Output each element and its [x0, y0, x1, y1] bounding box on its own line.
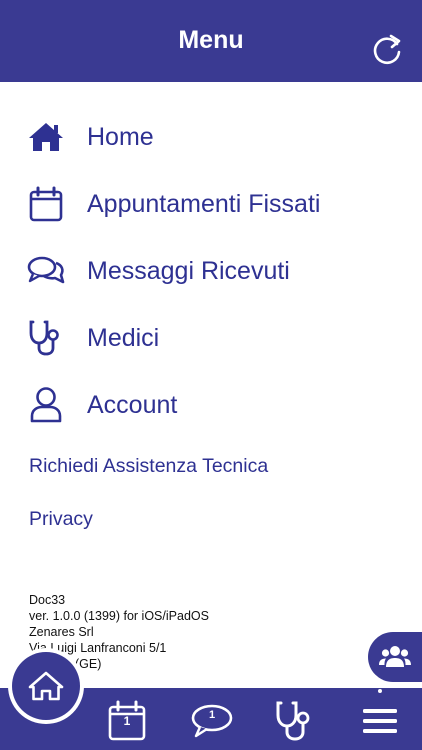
menu-item-label: Medici [87, 323, 160, 352]
messages-badge: 1 [208, 709, 216, 721]
menu-item-messages[interactable]: Messaggi Ricevuti [27, 248, 290, 294]
support-link[interactable]: Richiedi Assistenza Tecnica [29, 455, 268, 478]
menu-item-home[interactable]: Home [27, 114, 154, 160]
home-button[interactable] [12, 652, 80, 720]
menu-item-label: Appuntamenti Fissati [87, 189, 321, 218]
tab-doctors[interactable] [274, 698, 314, 744]
company-name: Zenares Srl [29, 625, 94, 639]
calendar-badge: 1 [123, 714, 131, 728]
stethoscope-icon [27, 319, 65, 357]
tab-menu[interactable] [360, 698, 400, 744]
privacy-link[interactable]: Privacy [29, 508, 93, 531]
stethoscope-icon [276, 701, 310, 741]
menu-item-doctors[interactable]: Medici [27, 315, 159, 361]
menu-item-label: Home [87, 122, 154, 151]
user-icon [27, 386, 65, 424]
chat-bubbles-icon [27, 252, 65, 290]
tab-home[interactable] [8, 648, 84, 724]
app-version: ver. 1.0.0 (1399) for iOS/iPadOS [29, 609, 209, 623]
hamburger-icon [363, 709, 397, 733]
page-title: Menu [178, 25, 244, 54]
menu-item-label: Account [87, 390, 178, 419]
refresh-button[interactable] [370, 32, 404, 66]
menu-item-label: Messaggi Ricevuti [87, 256, 290, 285]
tab-appointments[interactable]: 1 [106, 698, 148, 744]
home-icon [28, 671, 64, 701]
menu-item-account[interactable]: Account [27, 382, 177, 428]
group-icon [379, 646, 411, 667]
app-name: Doc33 [29, 593, 66, 607]
tab-messages[interactable]: 1 [190, 698, 234, 744]
refresh-icon [373, 34, 401, 65]
group-button[interactable] [368, 632, 422, 682]
header-bar: Menu [0, 0, 422, 82]
menu-item-appointments[interactable]: Appuntamenti Fissati [27, 181, 320, 227]
calendar-icon [27, 185, 65, 223]
active-indicator-dot [378, 689, 382, 693]
home-icon [27, 118, 65, 156]
